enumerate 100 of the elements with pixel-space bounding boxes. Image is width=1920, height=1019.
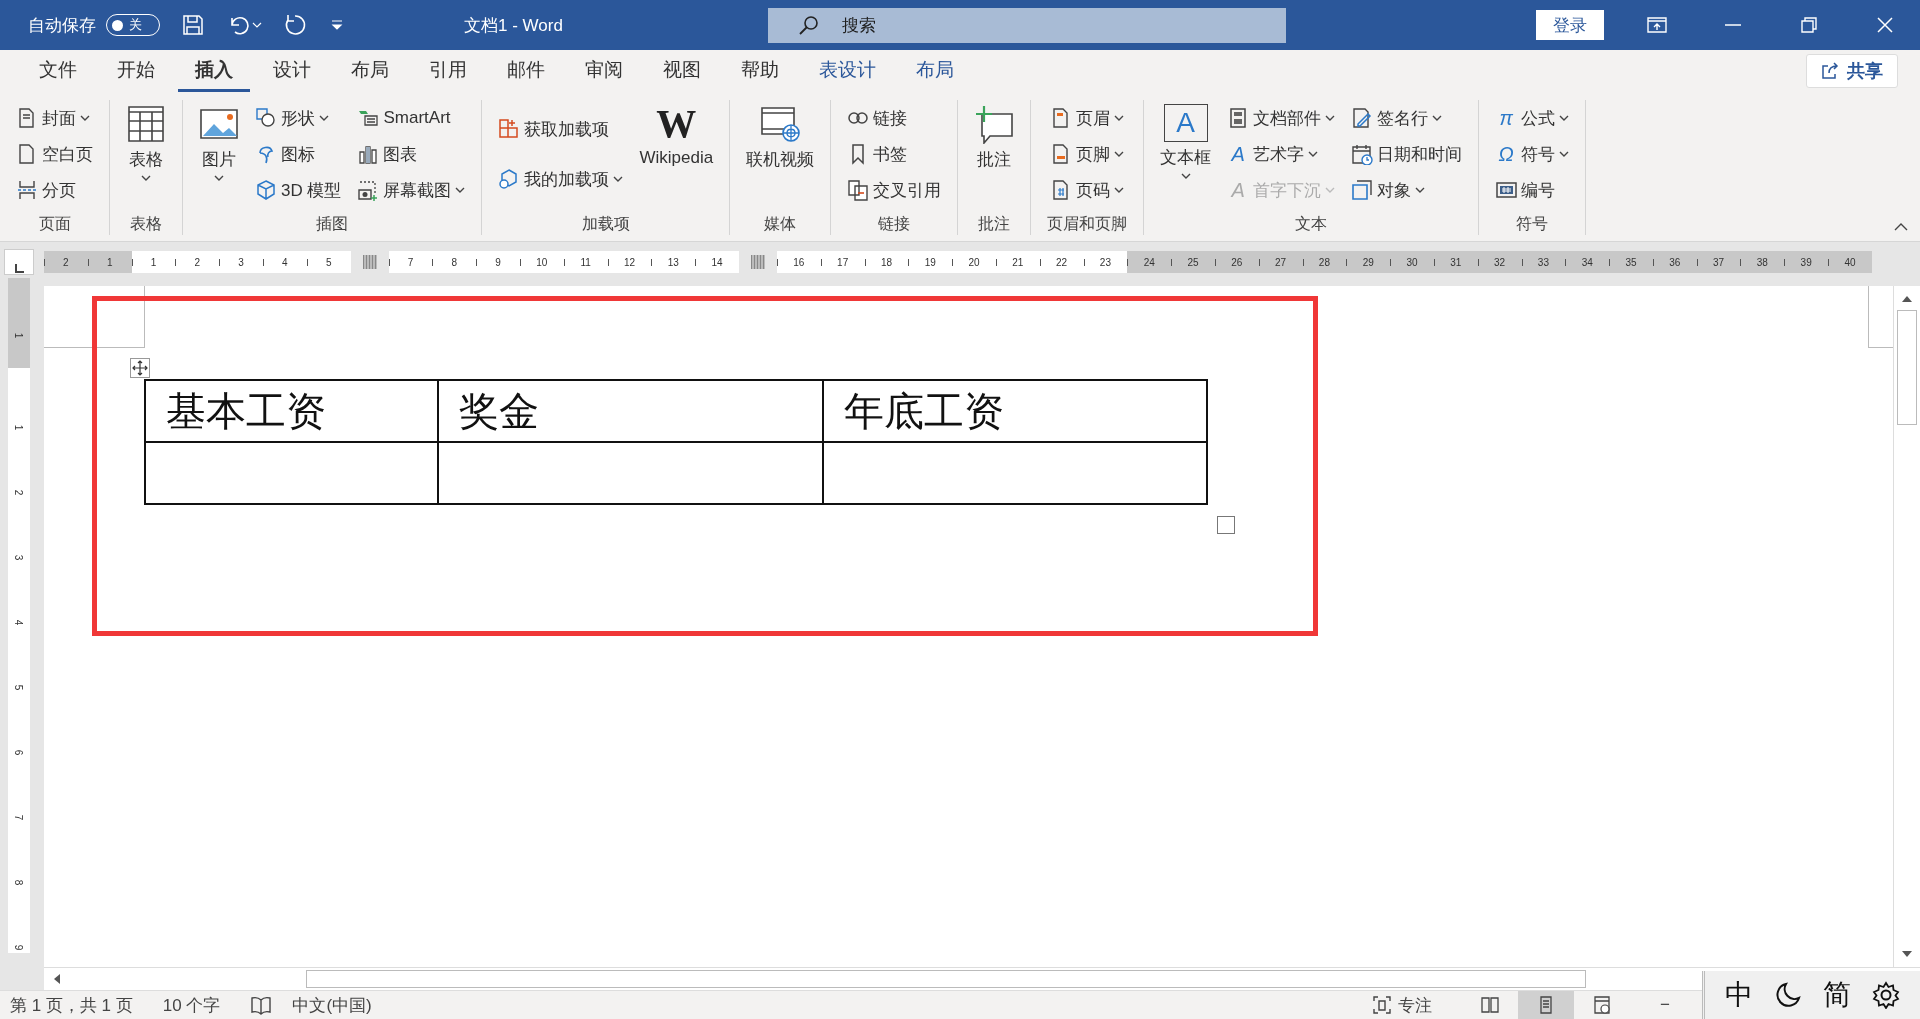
ribbon-button[interactable]: 3D 模型: [255, 176, 342, 204]
calendar-icon: [1351, 143, 1374, 165]
table-resize-handle[interactable]: [1217, 516, 1235, 534]
ribbon-button[interactable]: 联机视频: [746, 100, 815, 171]
focus-icon: [1372, 995, 1393, 1015]
ribbon-button[interactable]: SmartArt: [357, 104, 466, 132]
scroll-thumb[interactable]: [1897, 310, 1917, 425]
vertical-scrollbar[interactable]: [1893, 286, 1920, 967]
ribbon-button[interactable]: 页码: [1050, 176, 1125, 204]
collapse-ribbon-icon[interactable]: [1894, 223, 1908, 231]
ribbon-button[interactable]: 分页: [16, 176, 93, 204]
table-cell[interactable]: 奖金: [438, 380, 823, 442]
cube-icon: [255, 179, 277, 201]
ribbon-tab[interactable]: 文件: [22, 59, 94, 92]
scroll-up-icon[interactable]: [1901, 294, 1913, 304]
ribbon-button[interactable]: 图片: [199, 100, 239, 182]
ribbon-button[interactable]: A 艺术字: [1227, 140, 1336, 168]
ribbon-button[interactable]: 形状: [255, 104, 342, 132]
view-button[interactable]: [1518, 991, 1575, 1019]
ribbon-tab[interactable]: 帮助: [724, 59, 796, 92]
object-icon: [1351, 179, 1374, 201]
ribbon-button[interactable]: 对象: [1351, 176, 1463, 204]
ribbon-button[interactable]: 页脚: [1050, 140, 1125, 168]
scroll-down-icon[interactable]: [1901, 949, 1913, 959]
ruler-number: 22: [1056, 256, 1068, 268]
shapes-icon: [255, 107, 277, 129]
ribbon-button[interactable]: 图表: [357, 140, 466, 168]
ribbon-button[interactable]: 交叉引用: [847, 176, 942, 204]
ribbon-button[interactable]: 我的加载项: [498, 165, 624, 193]
ruler-number: 3: [13, 554, 25, 561]
ribbon-button[interactable]: 图标: [255, 140, 342, 168]
table-cell[interactable]: 基本工资: [145, 380, 438, 442]
close-icon[interactable]: [1877, 17, 1893, 33]
number-field-icon: [1495, 179, 1518, 201]
sign-in-button[interactable]: 登录: [1536, 10, 1604, 40]
ribbon-button[interactable]: W Wikipedia: [639, 100, 714, 168]
table-move-handle[interactable]: [130, 358, 150, 378]
ribbon-display-icon[interactable]: [1647, 17, 1667, 33]
ribbon-button[interactable]: 空白页: [16, 140, 93, 168]
ribbon-button[interactable]: 批注: [974, 100, 1015, 171]
table-cell[interactable]: 年底工资: [823, 380, 1207, 442]
ruler-number: 10: [536, 256, 548, 268]
ribbon-tab[interactable]: 布局: [334, 59, 406, 92]
ribbon-tab[interactable]: 邮件: [490, 59, 562, 92]
ribbon-button[interactable]: 页眉: [1050, 104, 1125, 132]
scroll-left-icon[interactable]: [52, 973, 62, 985]
ribbon-button[interactable]: π 公式: [1495, 104, 1570, 132]
ruler-number: 14: [711, 256, 723, 268]
ribbon-tab[interactable]: 视图: [646, 59, 718, 92]
ribbon-button[interactable]: 签名行: [1351, 104, 1463, 132]
focus-button[interactable]: 专注: [1372, 993, 1433, 1017]
ribbon-tab[interactable]: 设计: [256, 59, 328, 92]
ribbon-button[interactable]: A 文本框: [1160, 100, 1212, 180]
ribbon-tab[interactable]: 审阅: [568, 59, 640, 92]
ribbon-tab[interactable]: 引用: [412, 59, 484, 92]
ribbon-button[interactable]: 编号: [1495, 176, 1570, 204]
moon-icon[interactable]: [1774, 981, 1803, 1009]
ruler-number: 17: [837, 256, 849, 268]
bar-chart-icon: [357, 143, 380, 165]
settings-icon[interactable]: [1871, 981, 1900, 1009]
ruler-number: 4: [282, 256, 288, 268]
redo-icon[interactable]: [284, 13, 308, 37]
ime-button[interactable]: 简: [1822, 976, 1851, 1014]
ribbon-tab[interactable]: 表设计: [802, 59, 893, 92]
ruler-number: 5: [325, 256, 332, 268]
autosave-label: 自动保存: [28, 14, 96, 37]
ribbon-button[interactable]: 书签: [847, 140, 942, 168]
save-icon[interactable]: [182, 14, 204, 36]
ribbon-button[interactable]: 文档部件: [1227, 104, 1336, 132]
ribbon-tab[interactable]: 开始: [100, 59, 172, 92]
table-cell[interactable]: [823, 442, 1207, 504]
group-label: 加载项: [581, 214, 630, 234]
search-field[interactable]: 搜索: [768, 7, 1286, 43]
proofing-book-icon[interactable]: [250, 995, 273, 1015]
ribbon-tab[interactable]: 布局: [899, 59, 971, 92]
restore-icon[interactable]: [1801, 17, 1817, 33]
group-label: 媒体: [764, 214, 797, 234]
ruler-number: 16: [793, 256, 805, 268]
read-mode-icon: [1480, 995, 1501, 1015]
ribbon-button[interactable]: Ω 符号: [1495, 140, 1570, 168]
zoom-out-button[interactable]: −: [1660, 995, 1670, 1015]
ruler-number: 2: [194, 256, 201, 268]
ruler-number: 39: [1800, 256, 1812, 268]
ribbon-button[interactable]: 表格: [126, 100, 166, 182]
ruler-number: 36: [1669, 256, 1681, 268]
ribbon-button[interactable]: 封面: [16, 104, 93, 132]
letter-icon: W: [656, 104, 697, 144]
table-cell[interactable]: [438, 442, 823, 504]
tab-selector[interactable]: [4, 249, 34, 275]
ribbon-button[interactable]: 获取加载项: [498, 115, 624, 143]
ribbon-button[interactable]: 链接: [847, 104, 942, 132]
language-label[interactable]: 中文(中国): [292, 993, 372, 1017]
table-cell[interactable]: [145, 442, 438, 504]
ribbon-button[interactable]: 屏幕截图: [357, 176, 466, 204]
ime-button[interactable]: 中: [1725, 976, 1754, 1014]
scroll-thumb[interactable]: [306, 970, 1586, 988]
customize-icon[interactable]: [330, 19, 344, 31]
share-button[interactable]: 共享: [1806, 54, 1898, 88]
camera-icon: [357, 179, 380, 201]
ribbon-button[interactable]: 日期和时间: [1351, 140, 1463, 168]
